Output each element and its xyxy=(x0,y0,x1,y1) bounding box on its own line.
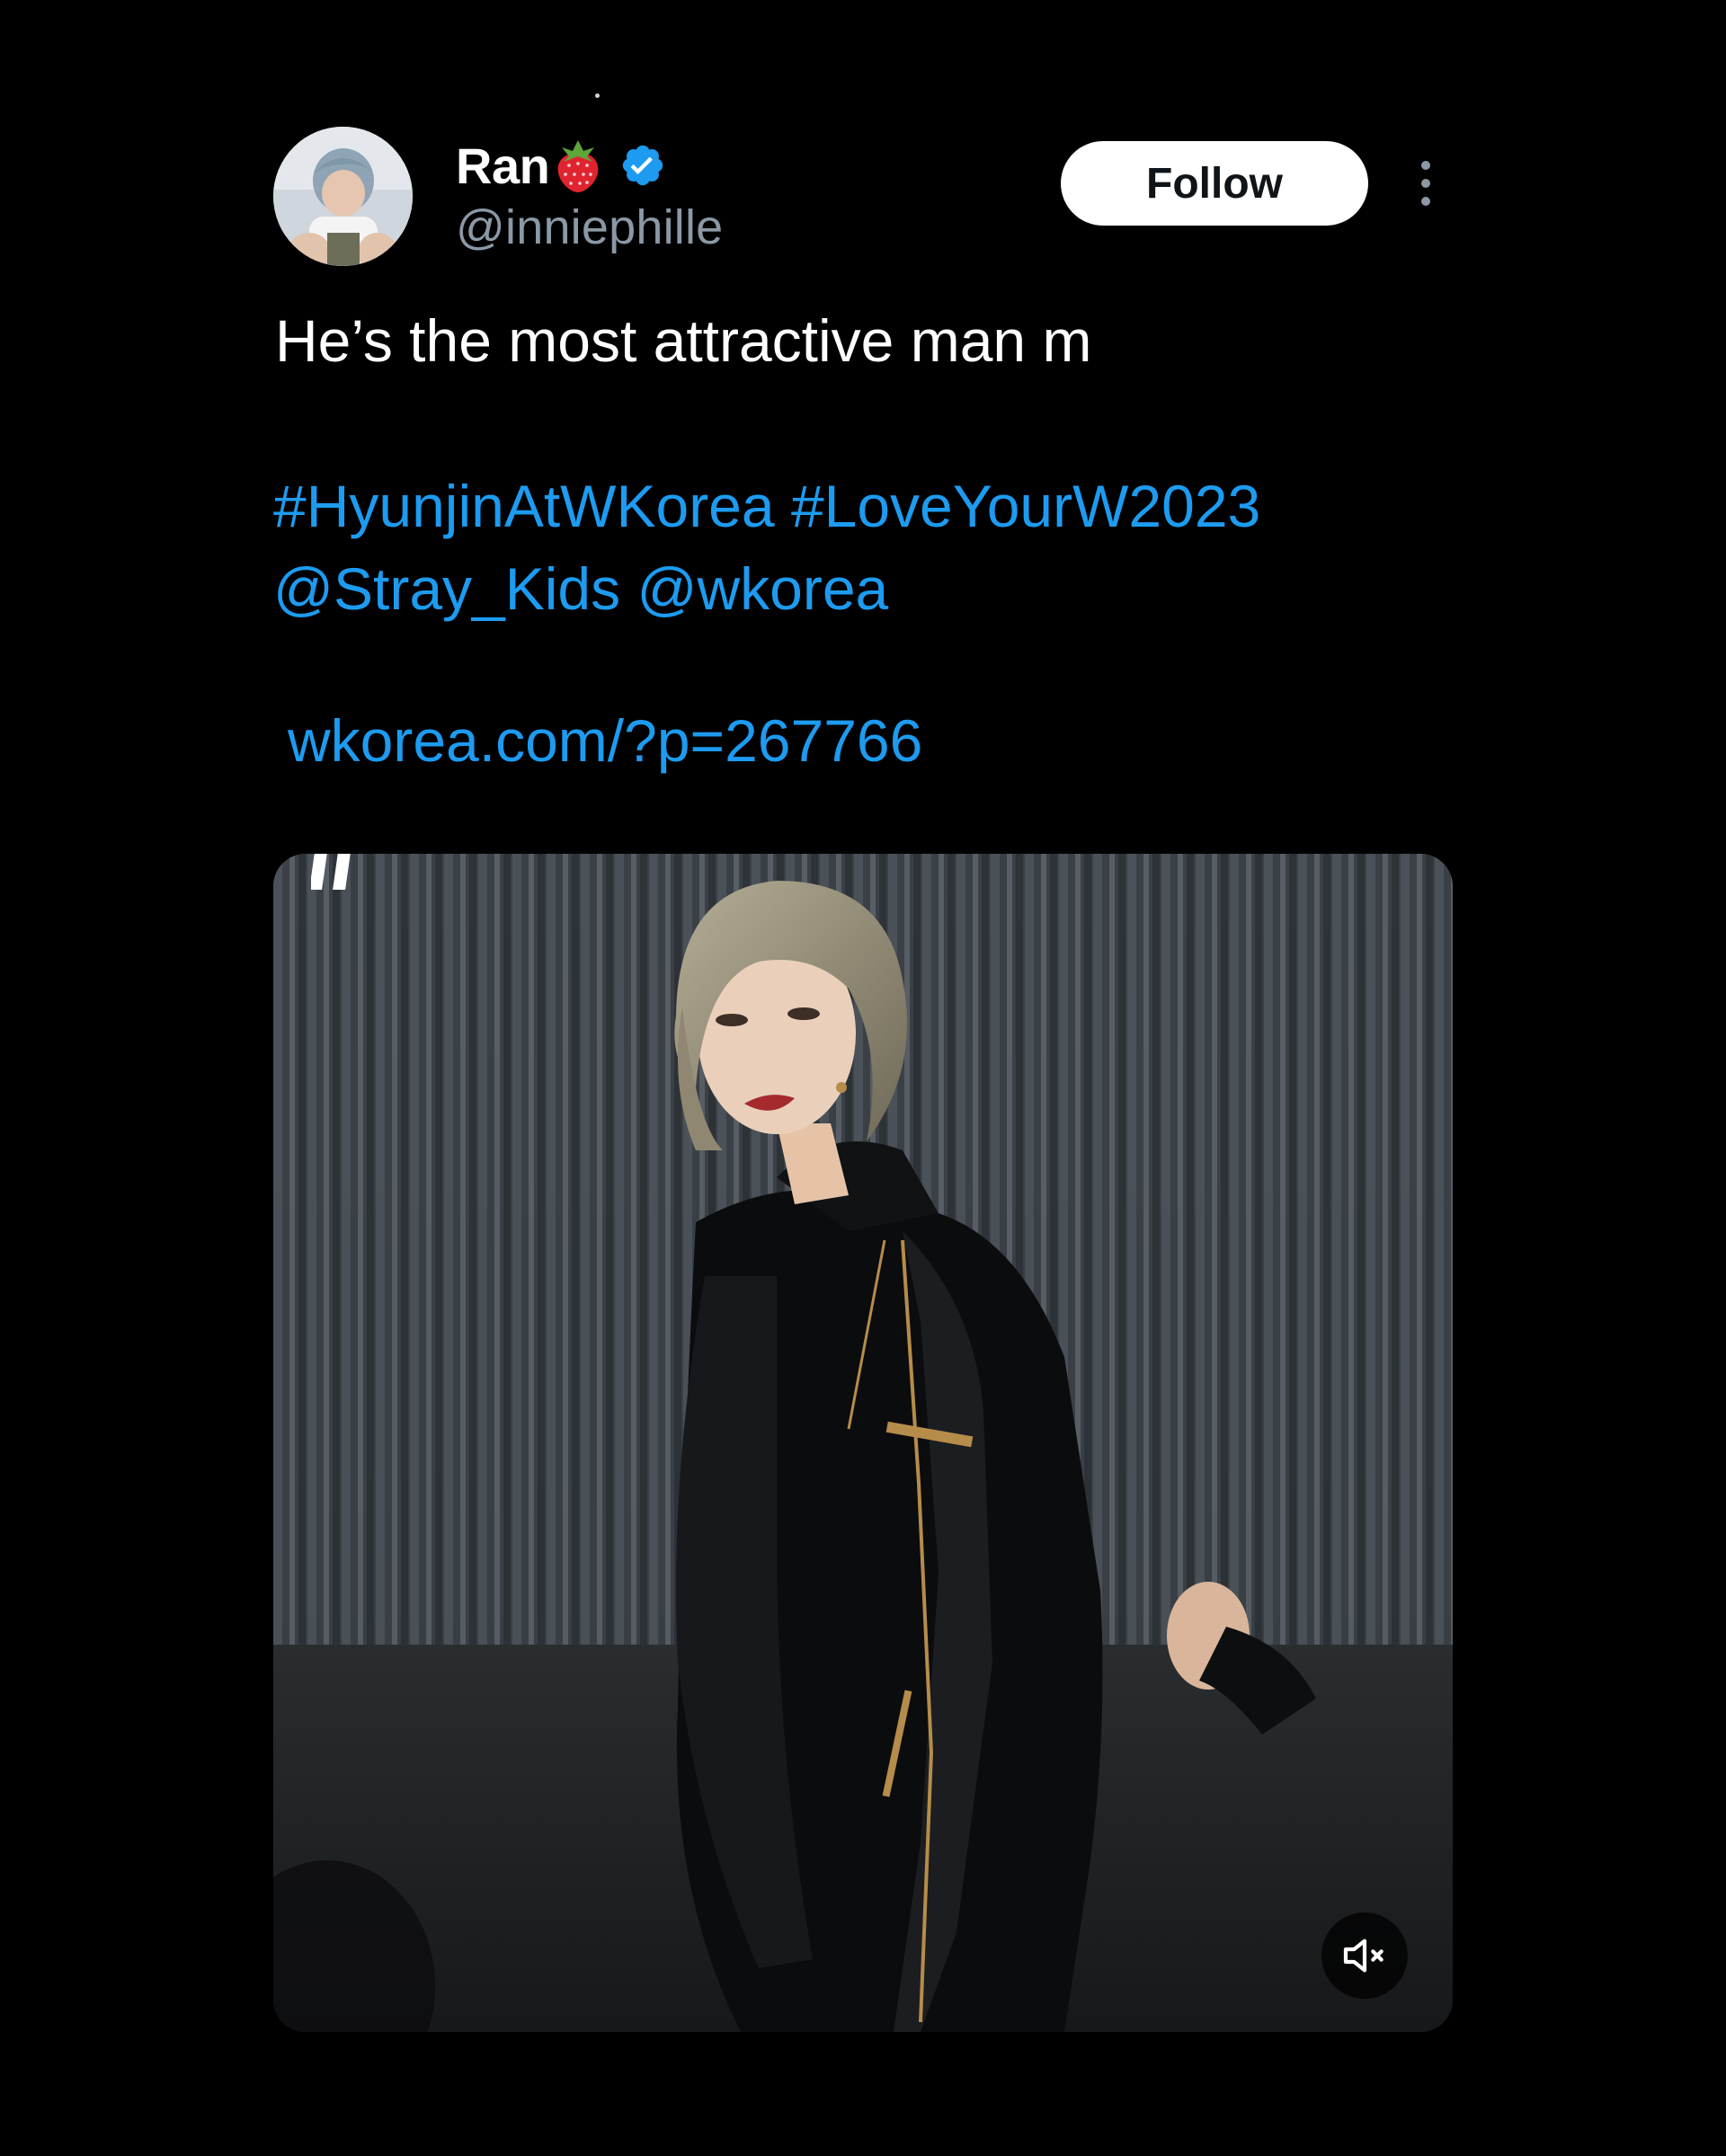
author-handle[interactable]: @inniephille xyxy=(456,200,723,255)
volume-muted-icon xyxy=(1343,1939,1383,1973)
display-name-row[interactable]: Ran xyxy=(456,133,666,198)
mention-line: @Stray_Kids @wkorea xyxy=(273,547,1260,630)
more-options-icon[interactable] xyxy=(1408,156,1444,210)
tweet-tags: #HyunjinAtWKorea #LoveYourW2023 @Stray_K… xyxy=(273,465,1260,630)
verified-badge-icon[interactable] xyxy=(619,142,666,189)
mute-toggle-button[interactable] xyxy=(1321,1912,1408,1999)
video-frame xyxy=(273,854,1453,2032)
tweet-link[interactable]: wkorea.com/?p=267766 xyxy=(288,706,922,775)
strawberry-icon xyxy=(551,137,605,194)
mention-link[interactable]: @wkorea xyxy=(636,555,888,622)
hashtag-link[interactable]: #LoveYourW2023 xyxy=(791,473,1260,539)
mention-link[interactable]: @Stray_Kids xyxy=(273,555,620,622)
status-dot xyxy=(595,93,600,98)
tweet-video[interactable] xyxy=(273,854,1453,2032)
hashtag-link[interactable]: #HyunjinAtWKorea xyxy=(273,473,775,539)
hashtag-line: #HyunjinAtWKorea #LoveYourW2023 xyxy=(273,465,1260,547)
display-name[interactable]: Ran xyxy=(456,137,550,195)
follow-button[interactable]: Follow xyxy=(1061,141,1368,226)
avatar[interactable] xyxy=(273,127,413,266)
tweet-text: He’s the most attractive man m xyxy=(275,307,1092,374)
quote-mark-icon xyxy=(309,852,365,892)
avatar-image xyxy=(273,127,413,266)
